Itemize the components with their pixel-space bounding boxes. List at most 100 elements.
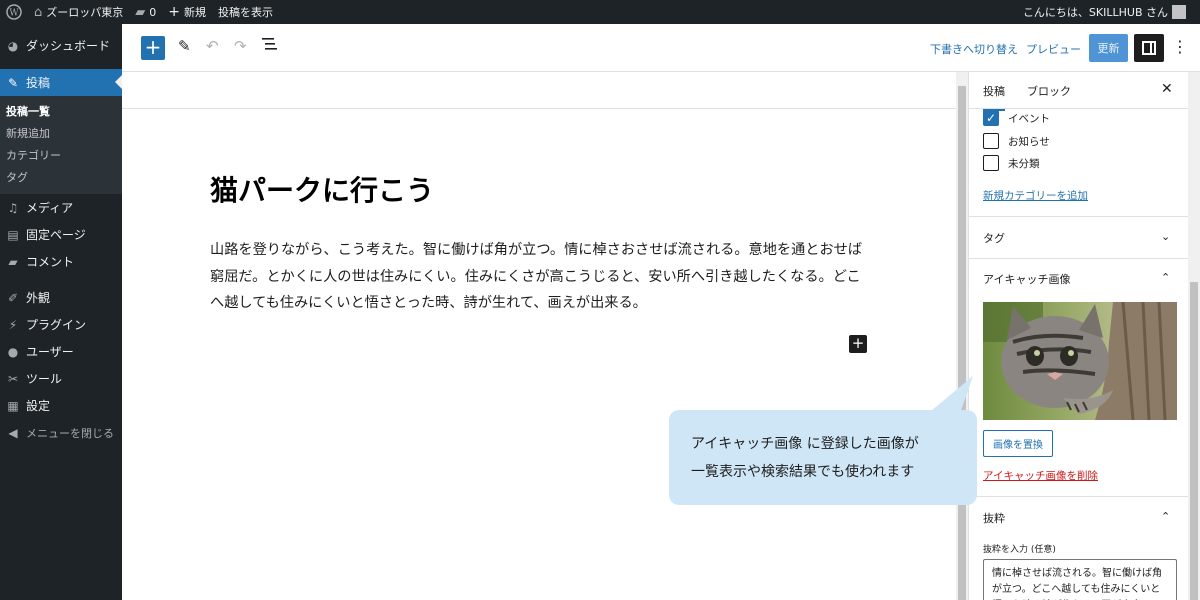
chevron-up-icon[interactable]: ⌃ [1161, 271, 1170, 284]
paragraph-block[interactable]: 山路を登りながら、こう考えた。智に働けば角が立つ。情に棹さおさせば流される。意地… [210, 237, 870, 317]
sidebar-item-plugins[interactable]: ⚡ プラグイン [0, 311, 122, 338]
submenu-tags[interactable]: タグ [0, 166, 122, 188]
panel-tabs: 投稿 ブロック ✕ [969, 72, 1188, 111]
close-icon[interactable]: ✕ [1161, 81, 1173, 97]
wrench-icon: ✂ [7, 371, 19, 386]
svg-text:W: W [9, 9, 19, 19]
featured-image-section-title[interactable]: アイキャッチ画像 [983, 271, 1070, 287]
category-label: 未分類 [1008, 157, 1040, 170]
update-button[interactable]: 更新 [1089, 34, 1128, 62]
sidebar-item-label: ツール [26, 372, 63, 386]
add-new-category-link[interactable]: 新規カテゴリーを追加 [983, 188, 1088, 203]
edit-tool-pencil-icon[interactable]: ✎ [178, 37, 191, 55]
callout-line-1: アイキャッチ画像 に登録した画像が [691, 436, 919, 452]
divider [969, 216, 1188, 217]
submenu-categories[interactable]: カテゴリー [0, 144, 122, 166]
sidebar-item-settings[interactable]: ▦ 設定 [0, 392, 122, 419]
sidebar-item-tools[interactable]: ✂ ツール [0, 365, 122, 392]
preview-button[interactable]: プレビュー [1026, 41, 1081, 57]
divider [969, 496, 1188, 497]
appearance-icon: ✐ [7, 290, 19, 305]
home-icon: ⌂ [34, 4, 43, 20]
block-inserter-button[interactable]: + [141, 36, 165, 60]
site-name: ズーロッパ東京 [46, 6, 124, 19]
site-name-link[interactable]: ⌂ ズーロッパ東京 [28, 0, 129, 24]
media-icon: ♫ [7, 200, 19, 215]
panel-scrollbar[interactable] [1188, 72, 1200, 600]
view-post-link[interactable]: 投稿を表示 [212, 0, 279, 24]
excerpt-textarea[interactable]: 情に棹させば流される。智に働けば角が立つ。どこへ越しても住みにくいと悟った時、詩… [983, 559, 1177, 600]
category-checkbox-row[interactable]: ✓ イベント [983, 110, 1050, 126]
callout-line-2: 一覧表示や検索結果でも使われます [691, 464, 915, 480]
new-label: 新規 [184, 6, 206, 19]
canvas-divider [122, 108, 956, 109]
submenu-add-new[interactable]: 新規追加 [0, 122, 122, 144]
checkbox[interactable] [983, 155, 999, 171]
tags-section-title[interactable]: タグ [983, 230, 1005, 246]
redo-icon[interactable]: ↷ [234, 37, 247, 55]
sidebar-item-label: メディア [26, 201, 74, 215]
sidebar-item-label: ユーザー [26, 345, 74, 359]
user-icon: ● [7, 344, 19, 359]
excerpt-label: 抜粋を入力 (任意) [983, 545, 1056, 555]
sidebar-item-comments[interactable]: ▰ コメント [0, 248, 122, 275]
new-content-link[interactable]: + 新規 [162, 0, 212, 24]
featured-image-kitten[interactable] [983, 302, 1177, 420]
sidebar-item-pages[interactable]: ▤ 固定ページ [0, 221, 122, 248]
undo-icon[interactable]: ↶ [206, 37, 219, 55]
checkbox[interactable] [983, 133, 999, 149]
comments-count: 0 [149, 5, 157, 19]
divider [969, 258, 1188, 259]
inline-block-inserter-button[interactable]: + [849, 335, 867, 353]
editor-canvas: 猫パークに行こう 山路を登りながら、こう考えた。智に働けば角が立つ。情に棹さおさ… [122, 72, 956, 600]
category-label: お知らせ [1008, 135, 1050, 148]
sidebar-item-label: ダッシュボード [26, 39, 111, 53]
sidebar-item-label: コメント [26, 255, 75, 269]
tab-post[interactable]: 投稿 [983, 83, 1005, 111]
sidebar-item-media[interactable]: ♫ メディア [0, 194, 122, 221]
chevron-up-icon[interactable]: ⌃ [1161, 510, 1170, 523]
sidebar-item-users[interactable]: ● ユーザー [0, 338, 122, 365]
remove-featured-image-link[interactable]: アイキャッチ画像を削除 [983, 468, 1098, 483]
dashboard-icon: ◕ [7, 38, 19, 53]
switch-to-draft-button[interactable]: 下書きへ切り替え [930, 41, 1018, 57]
list-view-icon[interactable] [262, 37, 278, 55]
post-title[interactable]: 猫パークに行こう [210, 169, 434, 209]
posts-submenu: 投稿一覧 新規追加 カテゴリー タグ [0, 96, 122, 194]
settings-panel-toggle-icon[interactable] [1134, 34, 1164, 62]
checkbox-checked[interactable]: ✓ [983, 110, 999, 126]
callout-annotation: アイキャッチ画像 に登録した画像が 一覧表示や検索結果でも使われます [669, 410, 977, 505]
submenu-all-posts[interactable]: 投稿一覧 [0, 100, 122, 122]
view-post-label: 投稿を表示 [218, 6, 273, 19]
chevron-down-icon[interactable]: ⌄ [1161, 230, 1170, 243]
settings-icon: ▦ [7, 398, 19, 413]
collapse-menu-button[interactable]: ◀ メニューを閉じる [0, 419, 122, 446]
wordpress-logo-icon[interactable]: W [0, 0, 28, 24]
more-options-icon[interactable]: ⋮ [1172, 37, 1188, 56]
sidebar-item-label: 設定 [26, 399, 51, 413]
category-label: イベント [1008, 112, 1050, 125]
account-menu[interactable]: こんにちは、SKILLHUB さん [1017, 0, 1200, 24]
sidebar-item-dashboard[interactable]: ◕ ダッシュボード [0, 32, 122, 59]
comments-link[interactable]: ▰ 0 [129, 0, 162, 24]
plus-icon: + [168, 4, 180, 20]
tab-block[interactable]: ブロック [1027, 83, 1071, 99]
category-checkbox-row[interactable]: 未分類 [983, 155, 1040, 171]
excerpt-section-title[interactable]: 抜粋 [983, 510, 1005, 526]
collapse-arrow-icon: ◀ [8, 425, 18, 440]
settings-sidebar: 投稿 ブロック ✕ ✓ イベント お知らせ 未分類 新規カテゴリーを追加 タグ … [968, 72, 1188, 600]
sidebar-item-label: 外観 [26, 291, 51, 305]
sidebar-item-label: 投稿 [26, 76, 51, 90]
sidebar-item-label: 固定ページ [26, 228, 86, 242]
sidebar-item-posts[interactable]: ✎ 投稿 [0, 69, 122, 96]
plugin-icon: ⚡ [8, 317, 18, 332]
admin-bar: W ⌂ ズーロッパ東京 ▰ 0 + 新規 投稿を表示 こんにちは、SKILLHU… [0, 0, 1200, 24]
comment-bubble-icon: ▰ [135, 4, 146, 20]
greeting: こんにちは、SKILLHUB さん [1022, 6, 1168, 19]
replace-image-button[interactable]: 画像を置換 [983, 430, 1053, 457]
category-checkbox-row[interactable]: お知らせ [983, 133, 1050, 149]
editor-toolbar: + ✎ ↶ ↷ 下書きへ切り替え プレビュー 更新 ⋮ [122, 24, 1200, 72]
sidebar-item-appearance[interactable]: ✐ 外観 [0, 284, 122, 311]
canvas-scrollbar[interactable] [956, 72, 968, 600]
admin-sidebar: ◕ ダッシュボード ✎ 投稿 投稿一覧 新規追加 カテゴリー タグ ♫ メディア… [0, 24, 122, 600]
